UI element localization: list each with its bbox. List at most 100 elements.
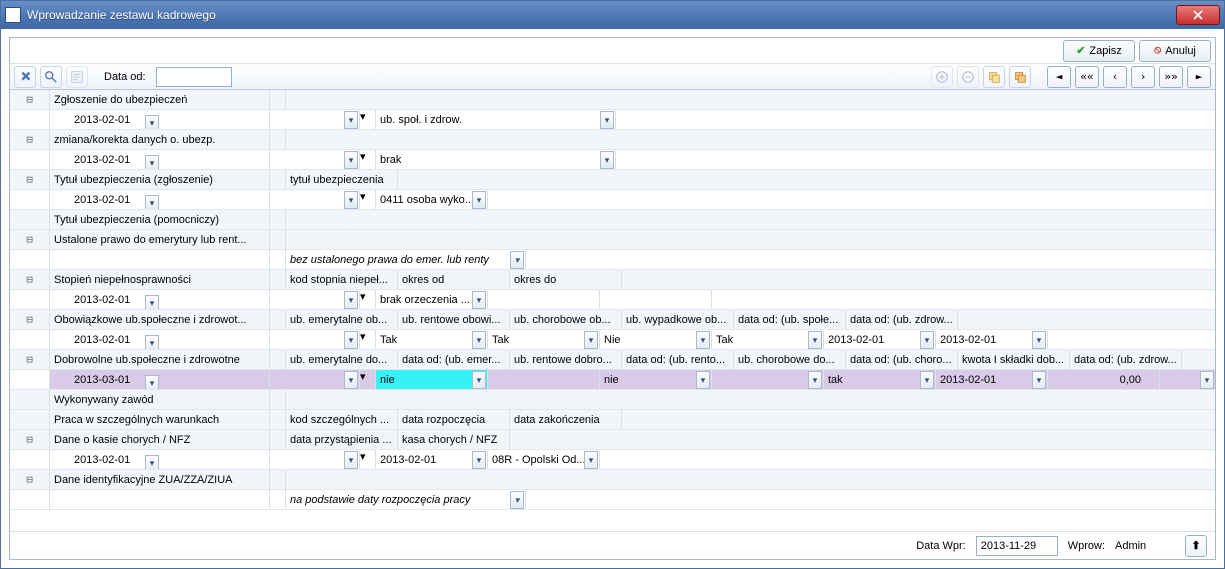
tree-toggle[interactable]: ⊟ xyxy=(26,273,33,286)
search-button[interactable] xyxy=(40,66,62,88)
up-button[interactable]: ⬆ xyxy=(1185,535,1207,557)
dropdown-icon[interactable]: ▾ xyxy=(360,371,366,383)
dropdown-icon[interactable]: ▾ xyxy=(472,451,486,469)
tools-button[interactable] xyxy=(14,66,36,88)
tree-toggle[interactable]: ⊟ xyxy=(26,353,33,366)
cell-value[interactable]: 2013-02-01 xyxy=(74,114,130,126)
tree-toggle[interactable]: ⊟ xyxy=(26,93,33,106)
cell-value[interactable]: Tak xyxy=(380,334,397,346)
cell-value[interactable]: Nie xyxy=(604,334,621,346)
save-button[interactable]: ✔ Zapisz xyxy=(1063,40,1135,62)
data-wpr-input[interactable] xyxy=(976,536,1058,556)
cell-value[interactable]: 2013-02-01 xyxy=(74,334,130,346)
dropdown-icon[interactable]: ▾ xyxy=(600,151,614,169)
dropdown-icon[interactable]: ▾ xyxy=(145,155,159,170)
tree-toggle[interactable]: ⊟ xyxy=(26,433,33,446)
dropdown-icon[interactable]: ▾ xyxy=(145,335,159,350)
dropdown-icon[interactable]: ▾ xyxy=(584,451,598,469)
fast-back-button[interactable]: «« xyxy=(1075,66,1099,88)
dropdown-icon[interactable]: ▾ xyxy=(920,371,934,389)
dropdown-icon[interactable]: ▾ xyxy=(360,191,366,203)
dropdown-icon[interactable]: ▾ xyxy=(145,375,159,390)
dropdown-icon[interactable]: ▾ xyxy=(808,371,822,389)
grid-row: 2013-02-01▾ ▾ ▾ 0411 osoba wyko...▾ xyxy=(10,190,1215,210)
dropdown-icon[interactable]: ▾ xyxy=(360,111,366,123)
data-od-input[interactable] xyxy=(156,67,232,87)
dropdown-icon[interactable]: ▾ xyxy=(360,451,366,463)
dropdown-icon[interactable]: ▾ xyxy=(510,251,524,269)
dropdown-icon[interactable]: ▾ xyxy=(145,115,159,130)
dropdown-icon[interactable]: ▾ xyxy=(1200,371,1214,389)
dropdown-icon[interactable]: ▾ xyxy=(344,291,358,309)
cell-value[interactable]: 2013-02-01 xyxy=(940,334,996,346)
dropdown-icon[interactable]: ▾ xyxy=(696,331,710,349)
cell-value[interactable]: na podstawie daty rozpoczęcia pracy xyxy=(290,494,470,506)
dropdown-icon[interactable]: ▾ xyxy=(344,451,358,469)
dropdown-icon[interactable]: ▾ xyxy=(344,331,358,349)
cell-value[interactable]: nie xyxy=(380,374,395,386)
first-page-button[interactable]: ◄ xyxy=(1047,66,1071,88)
dropdown-icon[interactable]: ▾ xyxy=(344,191,358,209)
dropdown-icon[interactable]: ▾ xyxy=(510,491,524,509)
column-header: kod stopnia niepeł... xyxy=(286,270,398,289)
grid-section: ⊟ Zgłoszenie do ubezpieczeń xyxy=(10,90,1215,110)
copy2-button[interactable] xyxy=(1009,66,1031,88)
cell-value[interactable]: 0,00 xyxy=(1120,374,1141,386)
dropdown-icon[interactable]: ▾ xyxy=(472,291,486,309)
dropdown-icon[interactable]: ▾ xyxy=(584,331,598,349)
dropdown-icon[interactable]: ▾ xyxy=(472,371,486,389)
add-button[interactable] xyxy=(931,66,953,88)
next-button[interactable]: › xyxy=(1131,66,1155,88)
cell-value[interactable]: ub. społ. i zdrow. xyxy=(380,114,462,126)
cell-value[interactable]: 2013-02-01 xyxy=(74,454,130,466)
last-page-button[interactable]: ► xyxy=(1187,66,1211,88)
cell-value[interactable]: 08R - Opolski Od... xyxy=(492,454,586,466)
tree-toggle[interactable]: ⊟ xyxy=(26,133,33,146)
dropdown-icon[interactable]: ▾ xyxy=(360,151,366,163)
cell-value[interactable]: 2013-02-01 xyxy=(74,194,130,206)
section-label: zmiana/korekta danych o. ubezp. xyxy=(50,130,270,149)
dropdown-icon[interactable]: ▾ xyxy=(1032,331,1046,349)
remove-button[interactable] xyxy=(957,66,979,88)
cell-value[interactable]: 2013-02-01 xyxy=(828,334,884,346)
dropdown-icon[interactable]: ▾ xyxy=(1032,371,1046,389)
cell-value[interactable]: 2013-03-01 xyxy=(74,374,130,386)
cancel-button[interactable]: ⦸ Anuluj xyxy=(1139,40,1211,62)
tree-toggle[interactable]: ⊟ xyxy=(26,473,33,486)
cell-value[interactable]: Tak xyxy=(716,334,733,346)
cell-value[interactable]: bez ustalonego prawa do emer. lub renty xyxy=(290,254,489,266)
dropdown-icon[interactable]: ▾ xyxy=(360,331,366,343)
dropdown-icon[interactable]: ▾ xyxy=(696,371,710,389)
fast-fwd-button[interactable]: »» xyxy=(1159,66,1183,88)
dropdown-icon[interactable]: ▾ xyxy=(808,331,822,349)
dropdown-icon[interactable]: ▾ xyxy=(920,331,934,349)
dropdown-icon[interactable]: ▾ xyxy=(360,291,366,303)
dropdown-icon[interactable]: ▾ xyxy=(344,371,358,389)
tree-toggle[interactable]: ⊟ xyxy=(26,313,33,326)
cell-value[interactable]: 2013-02-01 xyxy=(380,454,436,466)
dropdown-icon[interactable]: ▾ xyxy=(472,331,486,349)
tree-toggle[interactable]: ⊟ xyxy=(26,233,33,246)
cell-value[interactable]: brak orzeczenia ... xyxy=(380,294,470,306)
prev-button[interactable]: ‹ xyxy=(1103,66,1127,88)
cell-value[interactable]: nie xyxy=(604,374,619,386)
dropdown-icon[interactable]: ▾ xyxy=(472,191,486,209)
form-button[interactable] xyxy=(66,66,88,88)
cell-value[interactable]: Tak xyxy=(492,334,509,346)
copy1-button[interactable] xyxy=(983,66,1005,88)
cell-value[interactable]: 2013-02-01 xyxy=(74,294,130,306)
dropdown-icon[interactable]: ▾ xyxy=(145,195,159,210)
cell-value[interactable]: 2013-02-01 xyxy=(74,154,130,166)
dropdown-icon[interactable]: ▾ xyxy=(344,151,358,169)
dropdown-icon[interactable]: ▾ xyxy=(145,295,159,310)
cell-value[interactable]: tak xyxy=(828,374,843,386)
tree-toggle[interactable]: ⊟ xyxy=(26,173,33,186)
section-label: Obowiązkowe ub.społeczne i zdrowot... xyxy=(50,310,270,329)
dropdown-icon[interactable]: ▾ xyxy=(145,455,159,470)
cell-value[interactable]: 0411 osoba wyko... xyxy=(380,194,474,206)
cell-value[interactable]: brak xyxy=(380,154,401,166)
dropdown-icon[interactable]: ▾ xyxy=(344,111,358,129)
close-button[interactable] xyxy=(1176,5,1220,25)
dropdown-icon[interactable]: ▾ xyxy=(600,111,614,129)
cell-value[interactable]: 2013-02-01 xyxy=(940,374,996,386)
